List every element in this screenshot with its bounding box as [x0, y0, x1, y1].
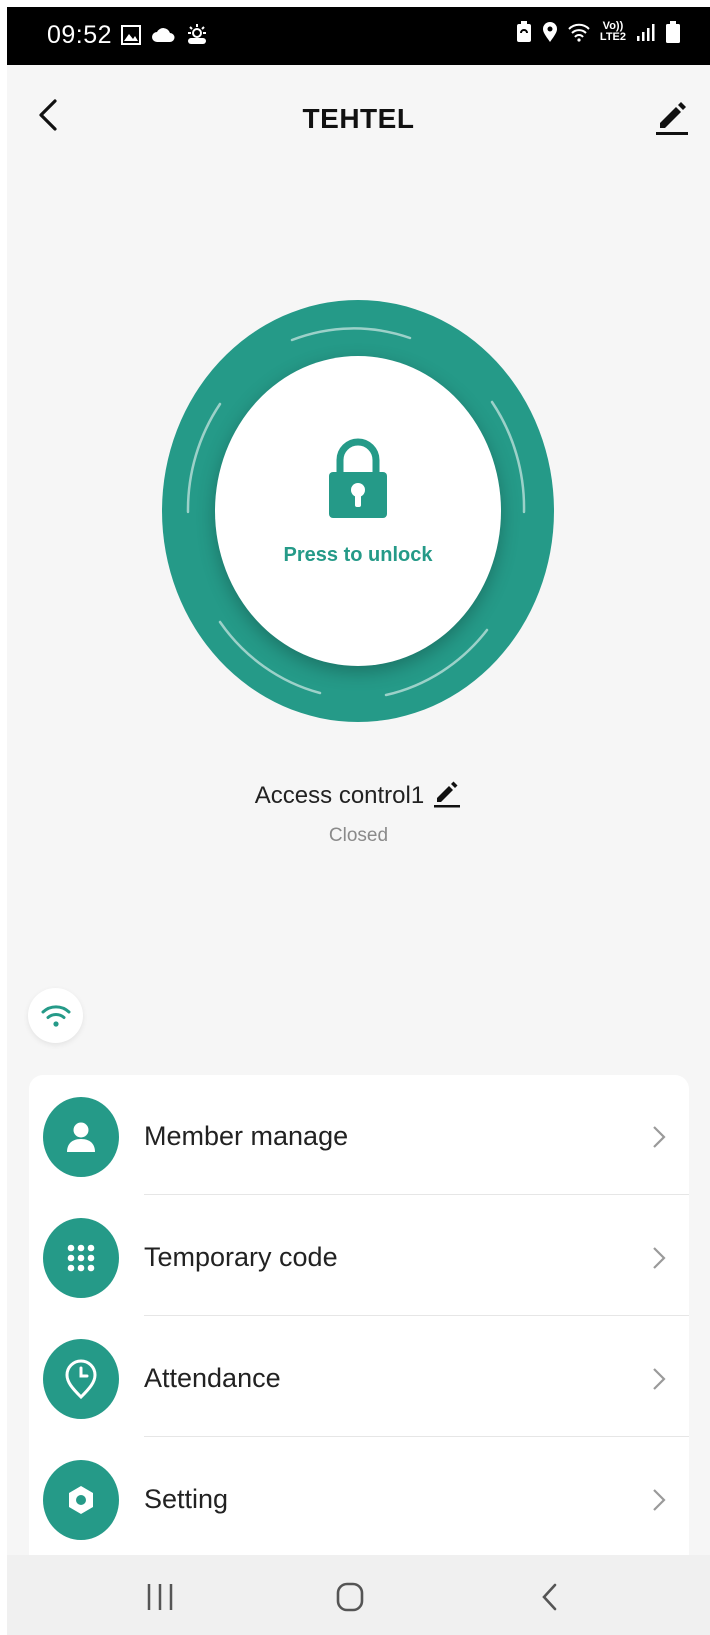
menu-label: Temporary code: [144, 1242, 338, 1272]
location-icon: [542, 22, 557, 42]
gear-icon: [69, 1486, 93, 1514]
wifi-icon: [41, 1004, 70, 1027]
status-bar: 09:52 Vo)) LTE2: [7, 7, 710, 65]
clock-pin-icon: [65, 1359, 97, 1399]
divider: [144, 1315, 689, 1316]
menu-label: Attendance: [144, 1363, 281, 1393]
signal-icon: [637, 24, 655, 41]
app-screen: 09:52 Vo)) LTE2 TEHTEL Press to unlock A…: [7, 7, 710, 1635]
setting-icon-circle: [43, 1460, 119, 1540]
recent-apps-icon: [147, 1584, 173, 1610]
chevron-right-icon: [653, 1489, 666, 1511]
home-button[interactable]: [325, 1577, 375, 1617]
divider: [144, 1436, 689, 1437]
cloud-icon: [152, 28, 175, 42]
page-title: TEHTEL: [302, 103, 415, 134]
device-status: Closed: [328, 825, 389, 846]
member-icon-circle: [43, 1097, 119, 1177]
home-icon: [336, 1582, 364, 1612]
battery-icon: [666, 21, 680, 43]
menu-card: Member manage Temporary code Attendance …: [29, 1075, 689, 1565]
device-name: Access control1: [254, 782, 425, 809]
system-nav-bar: [7, 1555, 710, 1635]
battery-saver-icon: [516, 21, 531, 42]
wifi-icon: [568, 23, 590, 42]
menu-item-temporary-code[interactable]: Temporary code: [29, 1196, 689, 1316]
wifi-connection-button[interactable]: [28, 988, 83, 1043]
edit-pencil-icon[interactable]: [652, 95, 692, 137]
menu-label: Setting: [144, 1484, 229, 1514]
status-right-icons: Vo)) LTE2: [516, 21, 680, 43]
attendance-icon-circle: [43, 1339, 119, 1419]
edit-name-icon[interactable]: [432, 777, 462, 809]
app-header: TEHTEL: [7, 65, 710, 165]
press-to-unlock-button[interactable]: Press to unlock: [215, 356, 501, 666]
image-icon: [121, 25, 141, 45]
menu-item-attendance[interactable]: Attendance: [29, 1317, 689, 1437]
recent-apps-button[interactable]: [135, 1577, 185, 1617]
chevron-right-icon: [653, 1247, 666, 1269]
chevron-right-icon: [653, 1126, 666, 1148]
menu-label: Member manage: [144, 1121, 349, 1151]
keypad-icon-circle: [43, 1218, 119, 1298]
menu-item-setting[interactable]: Setting: [29, 1438, 689, 1558]
device-name-row: Access control1: [7, 777, 710, 810]
status-time: 09:52: [47, 21, 113, 49]
keypad-icon: [67, 1244, 95, 1272]
network-lte-label: LTE2: [599, 31, 626, 43]
menu-item-member-manage[interactable]: Member manage: [29, 1075, 689, 1195]
lock-icon: [329, 438, 387, 518]
person-icon: [67, 1122, 95, 1152]
unlock-control: Press to unlock: [162, 300, 554, 722]
chevron-right-icon: [653, 1368, 666, 1390]
status-left-icons: [121, 24, 209, 46]
system-back-button[interactable]: [525, 1577, 575, 1617]
system-back-icon: [542, 1583, 557, 1611]
unlock-label: Press to unlock: [283, 544, 433, 566]
sun-cloud-icon: [188, 24, 206, 44]
network-indicator: Vo)) LTE2: [600, 21, 626, 43]
divider: [144, 1194, 689, 1195]
